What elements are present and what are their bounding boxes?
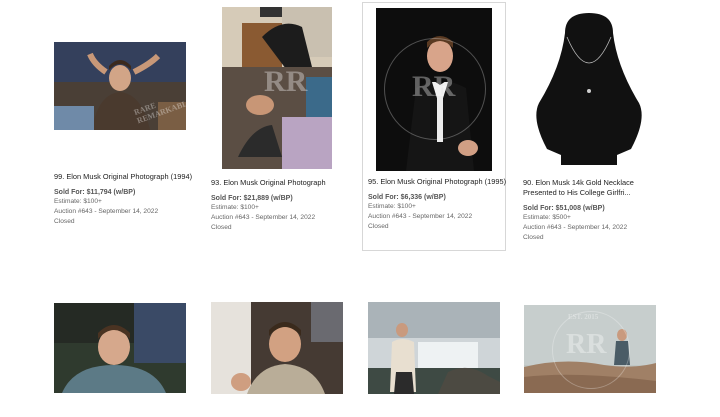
lot-card-row2-3[interactable] xyxy=(368,302,500,394)
lot-sold-price: Sold For: $21,889 (w/BP) xyxy=(211,195,293,202)
watermark-letters: RR xyxy=(566,329,607,360)
lot-image-row2-2[interactable] xyxy=(211,302,343,394)
lot-status: Closed xyxy=(368,223,389,230)
lot-card-row2-2[interactable] xyxy=(211,302,343,394)
lot-auction: Auction #643 - September 14, 2022 xyxy=(211,214,316,221)
lot-image-93[interactable]: RR xyxy=(222,7,332,169)
lot-card-row2-4[interactable]: RR EST. 2015 xyxy=(524,305,656,393)
watermark-letters: RR xyxy=(412,70,456,103)
lot-card-99[interactable]: RARE REMARKABLE 99. Elon Musk Original P… xyxy=(54,42,194,242)
lot-title[interactable]: 99. Elon Musk Original Photograph (1994) xyxy=(54,172,194,182)
lot-status: Closed xyxy=(523,234,544,241)
lot-auction: Auction #643 - September 14, 2022 xyxy=(523,224,628,231)
lot-card-row2-1[interactable] xyxy=(54,303,186,393)
lot-auction: Auction #643 - September 14, 2022 xyxy=(368,213,473,220)
lot-image-row2-3[interactable] xyxy=(368,302,500,394)
lot-sold-price: Sold For: $6,336 (w/BP) xyxy=(368,194,446,201)
lot-image-95[interactable]: RR xyxy=(376,8,492,171)
lot-image-row2-1[interactable] xyxy=(54,303,186,393)
lot-estimate: Estimate: $100+ xyxy=(368,203,416,210)
lot-image-90[interactable] xyxy=(523,7,655,169)
watermark-letters: RR xyxy=(264,65,308,98)
lot-title[interactable]: 90. Elon Musk 14k Gold Necklace Presente… xyxy=(523,178,663,198)
lot-title[interactable]: 95. Elon Musk Original Photograph (1995) xyxy=(368,177,508,187)
lot-estimate: Estimate: $500+ xyxy=(523,214,571,221)
lot-card-95[interactable]: RR 95. Elon Musk Original Photograph (19… xyxy=(362,2,506,251)
lot-image-99[interactable]: RARE REMARKABLE xyxy=(54,42,186,130)
lot-image-row2-4[interactable]: RR EST. 2015 xyxy=(524,305,656,393)
lot-sold-price: Sold For: $51,008 (w/BP) xyxy=(523,205,605,212)
lot-card-93[interactable]: RR 93. Elon Musk Original Photograph Sol… xyxy=(211,7,351,237)
lot-auction: Auction #643 - September 14, 2022 xyxy=(54,208,159,215)
lot-card-90[interactable]: 90. Elon Musk 14k Gold Necklace Presente… xyxy=(523,7,663,241)
lot-status: Closed xyxy=(211,224,232,231)
lot-status: Closed xyxy=(54,218,75,225)
lot-title[interactable]: 93. Elon Musk Original Photograph xyxy=(211,178,351,188)
lot-estimate: Estimate: $100+ xyxy=(211,204,259,211)
lot-estimate: Estimate: $100+ xyxy=(54,198,102,205)
lot-sold-price: Sold For: $11,794 (w/BP) xyxy=(54,189,136,196)
watermark-est: EST. 2015 xyxy=(568,313,599,321)
